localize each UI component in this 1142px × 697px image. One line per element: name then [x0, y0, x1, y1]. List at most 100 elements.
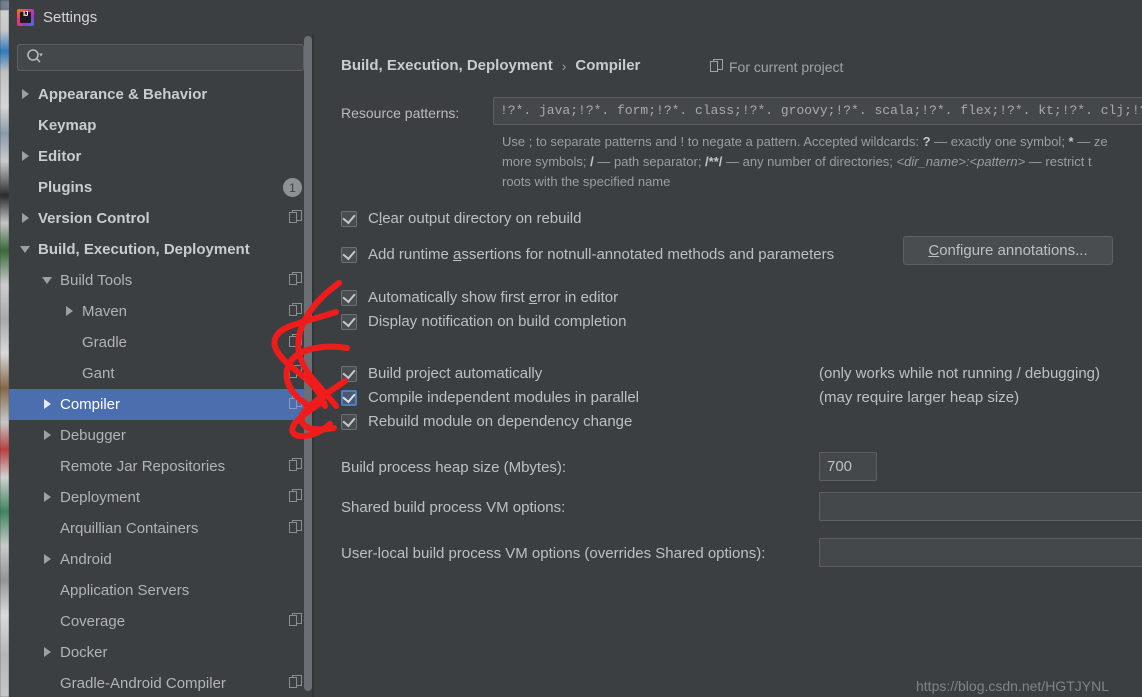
checkmark-icon — [342, 210, 356, 224]
field-input-build-process-heap-size-mbytes[interactable] — [819, 452, 877, 481]
sidebar-item-application-servers[interactable]: Application Servers — [9, 575, 312, 606]
dialog-title: Settings — [43, 8, 98, 26]
copy-icon — [289, 458, 302, 475]
note-parallel-compile: (may require larger heap size) — [819, 389, 1020, 406]
checkbox-compile-independent-modules-in-parallel[interactable] — [341, 389, 357, 406]
checkbox-row-build-project-automatically[interactable]: Build project automatically — [341, 365, 542, 382]
search-box[interactable] — [17, 44, 304, 71]
sidebar-item-version-control[interactable]: Version Control — [9, 203, 312, 234]
checkbox-label: Automatically show first error in editor — [368, 289, 618, 306]
chevron-right-icon[interactable] — [43, 492, 54, 503]
help-text-part: — path separator; — [593, 154, 706, 169]
sidebar-item-compiler[interactable]: Compiler — [9, 389, 312, 420]
help-text-part: more symbols; — [502, 154, 591, 169]
chevron-right-icon[interactable] — [65, 306, 76, 317]
chevron-right-icon[interactable] — [43, 399, 54, 410]
checkbox-row-compile-independent-modules-in-parallel[interactable]: Compile independent modules in parallel — [341, 389, 639, 406]
checkbox-rebuild-module-on-dependency-change[interactable] — [341, 413, 357, 430]
chevron-down-icon[interactable] — [20, 244, 32, 255]
help-wildcard-question: ? — [922, 134, 931, 149]
checkbox-row-automatically-show-first-error-in-editor[interactable]: Automatically show first error in editor — [341, 289, 618, 306]
sidebar-item-label: Build, Execution, Deployment — [38, 241, 250, 258]
checkmark-icon — [342, 246, 356, 260]
chevron-down-icon[interactable] — [42, 275, 54, 286]
resource-patterns-help-text: Use ; to separate patterns and ! to nega… — [502, 132, 1142, 192]
field-input-user-local-build-process-vm-options-overri[interactable] — [819, 538, 1142, 567]
checkbox-add-runtime-assertions-for-notnull-annotated[interactable] — [341, 246, 357, 263]
sidebar-item-gradle-android-compiler[interactable]: Gradle-Android Compiler — [9, 668, 312, 697]
resource-patterns-input[interactable]: !?*. java;!?*. form;!?*. class;!?*. groo… — [493, 97, 1142, 125]
sidebar-item-deployment[interactable]: Deployment — [9, 482, 312, 513]
sidebar-item-docker[interactable]: Docker — [9, 637, 312, 668]
copy-icon — [289, 489, 302, 506]
checkmark-icon — [342, 389, 356, 403]
help-text-part: — any number of directories; — [722, 154, 897, 169]
checkbox-build-project-automatically[interactable] — [341, 365, 357, 382]
sidebar-item-editor[interactable]: Editor — [9, 141, 312, 172]
chevron-right-icon[interactable] — [43, 430, 54, 441]
checkbox-label-part: Rebuild module on dependency change — [368, 413, 633, 430]
sidebar-item-label: Plugins — [38, 179, 93, 196]
sidebar-item-appearance-behavior[interactable]: Appearance & Behavior — [9, 79, 312, 110]
sidebar-item-build-tools[interactable]: Build Tools — [9, 265, 312, 296]
checkbox-row-display-notification-on-build-completion[interactable]: Display notification on build completion — [341, 313, 626, 330]
field-label-shared-build-process-vm-options: Shared build process VM options: — [341, 499, 566, 516]
configure-annotations-button[interactable]: Configure annotations... — [903, 236, 1113, 265]
checkbox-clear-output-directory-on-rebuild[interactable] — [341, 210, 357, 227]
sidebar-item-maven[interactable]: Maven — [9, 296, 312, 327]
field-label-user-local-build-process-vm-options-overri: User-local build process VM options (ove… — [341, 545, 766, 562]
help-line-3: roots with the specified name — [502, 174, 671, 189]
settings-sidebar: Appearance & Behavior Keymap Editor Plugins… — [9, 34, 312, 697]
compiler-settings-pane: Build, Execution, Deployment › Compiler … — [314, 34, 1142, 697]
sidebar-item-label: Gant — [82, 365, 115, 382]
sidebar-item-gradle[interactable]: Gradle — [9, 327, 312, 358]
copy-icon — [289, 613, 302, 630]
sidebar-item-android[interactable]: Android — [9, 544, 312, 575]
copy-icon — [289, 272, 302, 289]
copy-icon — [289, 365, 302, 382]
sidebar-item-plugins[interactable]: Plugins 1 — [9, 172, 312, 203]
intellij-idea-logo-icon: IJ — [17, 8, 34, 26]
help-line-2: more symbols; / — path separator; /**/ —… — [502, 152, 1142, 172]
sidebar-item-debugger[interactable]: Debugger — [9, 420, 312, 451]
checkbox-display-notification-on-build-completion[interactable] — [341, 313, 357, 330]
checkbox-label: Clear output directory on rebuild — [368, 210, 581, 227]
resource-patterns-label: Resource patterns: — [341, 105, 460, 121]
breadcrumb-parent[interactable]: Build, Execution, Deployment — [341, 57, 553, 74]
plugins-update-badge: 1 — [283, 178, 302, 197]
sidebar-item-coverage[interactable]: Coverage — [9, 606, 312, 637]
checkbox-row-add-runtime-assertions-for-notnull-annotated[interactable]: Add runtime assertions for notnull-annot… — [341, 246, 834, 263]
sidebar-item-remote-jar-repositories[interactable]: Remote Jar Repositories — [9, 451, 312, 482]
breadcrumb-separator-icon: › — [561, 57, 567, 74]
search-icon — [26, 48, 44, 67]
breadcrumb: Build, Execution, Deployment › Compiler — [341, 57, 640, 74]
chevron-right-icon[interactable] — [21, 89, 32, 100]
sidebar-scrollbar-thumb[interactable] — [304, 36, 312, 691]
chevron-right-icon[interactable] — [21, 151, 32, 162]
chevron-right-icon[interactable] — [43, 554, 54, 565]
sidebar-item-gant[interactable]: Gant — [9, 358, 312, 389]
copy-icon — [289, 396, 302, 413]
sidebar-item-arquillian-containers[interactable]: Arquillian Containers — [9, 513, 312, 544]
chevron-right-icon[interactable] — [21, 213, 32, 224]
sidebar-item-label: Application Servers — [60, 582, 190, 599]
sidebar-item-build-execution-deployment[interactable]: Build, Execution, Deployment — [9, 234, 312, 265]
checkbox-automatically-show-first-error-in-editor[interactable] — [341, 289, 357, 306]
field-input-shared-build-process-vm-options[interactable] — [819, 492, 1142, 521]
watermark-url: https://blog.csdn.net/HGTJYNL — [916, 678, 1109, 694]
search-input[interactable] — [46, 45, 303, 70]
checkbox-row-clear-output-directory-on-rebuild[interactable]: Clear output directory on rebuild — [341, 210, 581, 227]
sidebar-item-keymap[interactable]: Keymap — [9, 110, 312, 141]
checkbox-label: Build project automatically — [368, 365, 542, 382]
sidebar-scrollbar[interactable] — [304, 34, 312, 697]
checkmark-icon — [342, 413, 356, 427]
checkbox-row-rebuild-module-on-dependency-change[interactable]: Rebuild module on dependency change — [341, 413, 632, 430]
sidebar-item-label: Appearance & Behavior — [38, 86, 208, 103]
chevron-right-icon[interactable] — [43, 647, 54, 658]
checkmark-icon — [342, 313, 356, 327]
checkbox-label: Add runtime assertions for notnull-annot… — [368, 246, 834, 263]
